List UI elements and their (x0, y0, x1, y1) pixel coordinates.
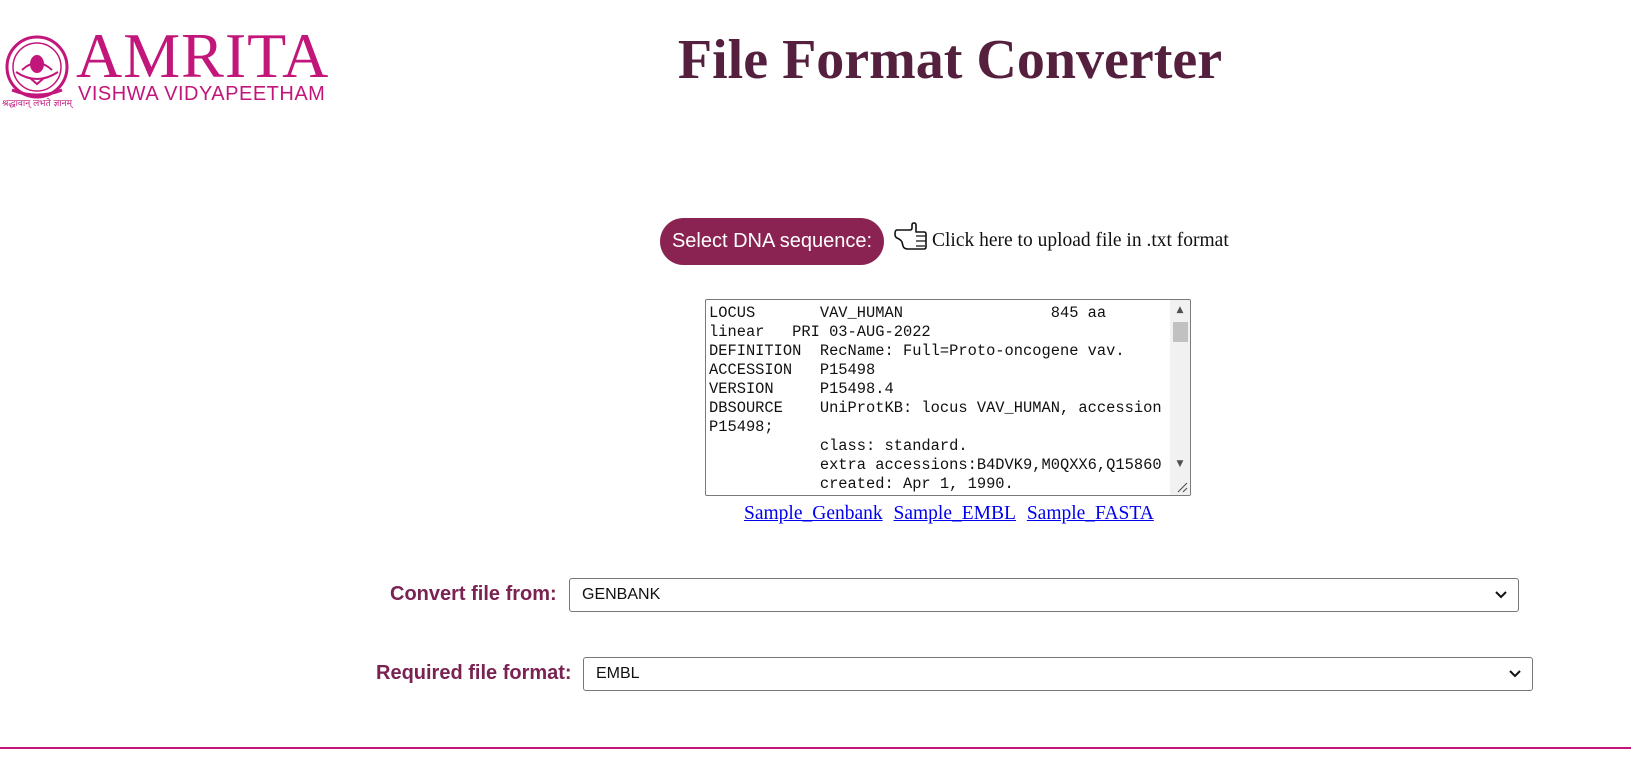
sequence-textarea[interactable]: LOCUS VAV_HUMAN 845 aa linear PRI 03-AUG… (705, 299, 1191, 496)
page: AMRITA VISHWA VIDYAPEETHAM श्रद्धावान् ल… (0, 0, 1631, 766)
page-title: File Format Converter (677, 29, 1223, 91)
amrita-seal-icon (5, 35, 69, 99)
required-format-value: EMBL (596, 665, 640, 682)
upload-hint-link[interactable]: Click here to upload file in .txt format (932, 230, 1229, 252)
convert-from-value: GENBANK (582, 586, 661, 603)
resize-grip-icon[interactable] (1174, 479, 1188, 493)
sample-embl-link[interactable]: Sample_EMBL (894, 503, 1016, 524)
required-format-select[interactable]: EMBL (583, 657, 1533, 691)
sample-fasta-link[interactable]: Sample_FASTA (1027, 503, 1154, 524)
sample-links: Sample_Genbank Sample_EMBL Sample_FASTA (744, 503, 1160, 525)
sequence-text[interactable]: LOCUS VAV_HUMAN 845 aa linear PRI 03-AUG… (709, 304, 1169, 494)
convert-from-label: Convert file from: (390, 583, 557, 605)
footer-divider (0, 747, 1631, 749)
chevron-down-icon (1495, 591, 1507, 599)
scroll-down-arrow-icon[interactable]: ▼ (1170, 456, 1190, 472)
chevron-down-icon (1509, 670, 1521, 678)
required-format-label: Required file format: (376, 662, 572, 684)
logo-motto: श्रद्धावान् लभते ज्ञानम् (2, 99, 72, 109)
textarea-scrollbar[interactable]: ▲ ▼ (1170, 300, 1190, 495)
scroll-thumb[interactable] (1173, 322, 1188, 342)
pointing-hand-icon[interactable] (894, 222, 928, 252)
convert-from-select[interactable]: GENBANK (569, 578, 1519, 612)
select-dna-sequence-button[interactable]: Select DNA sequence: (660, 218, 884, 265)
logo-wordmark: AMRITA (76, 20, 330, 91)
sample-genbank-link[interactable]: Sample_Genbank (744, 503, 883, 524)
scroll-up-arrow-icon[interactable]: ▲ (1170, 302, 1190, 318)
amrita-logo[interactable]: AMRITA VISHWA VIDYAPEETHAM श्रद्धावान् ल… (2, 24, 372, 110)
logo-subtitle: VISHWA VIDYAPEETHAM (78, 83, 326, 105)
